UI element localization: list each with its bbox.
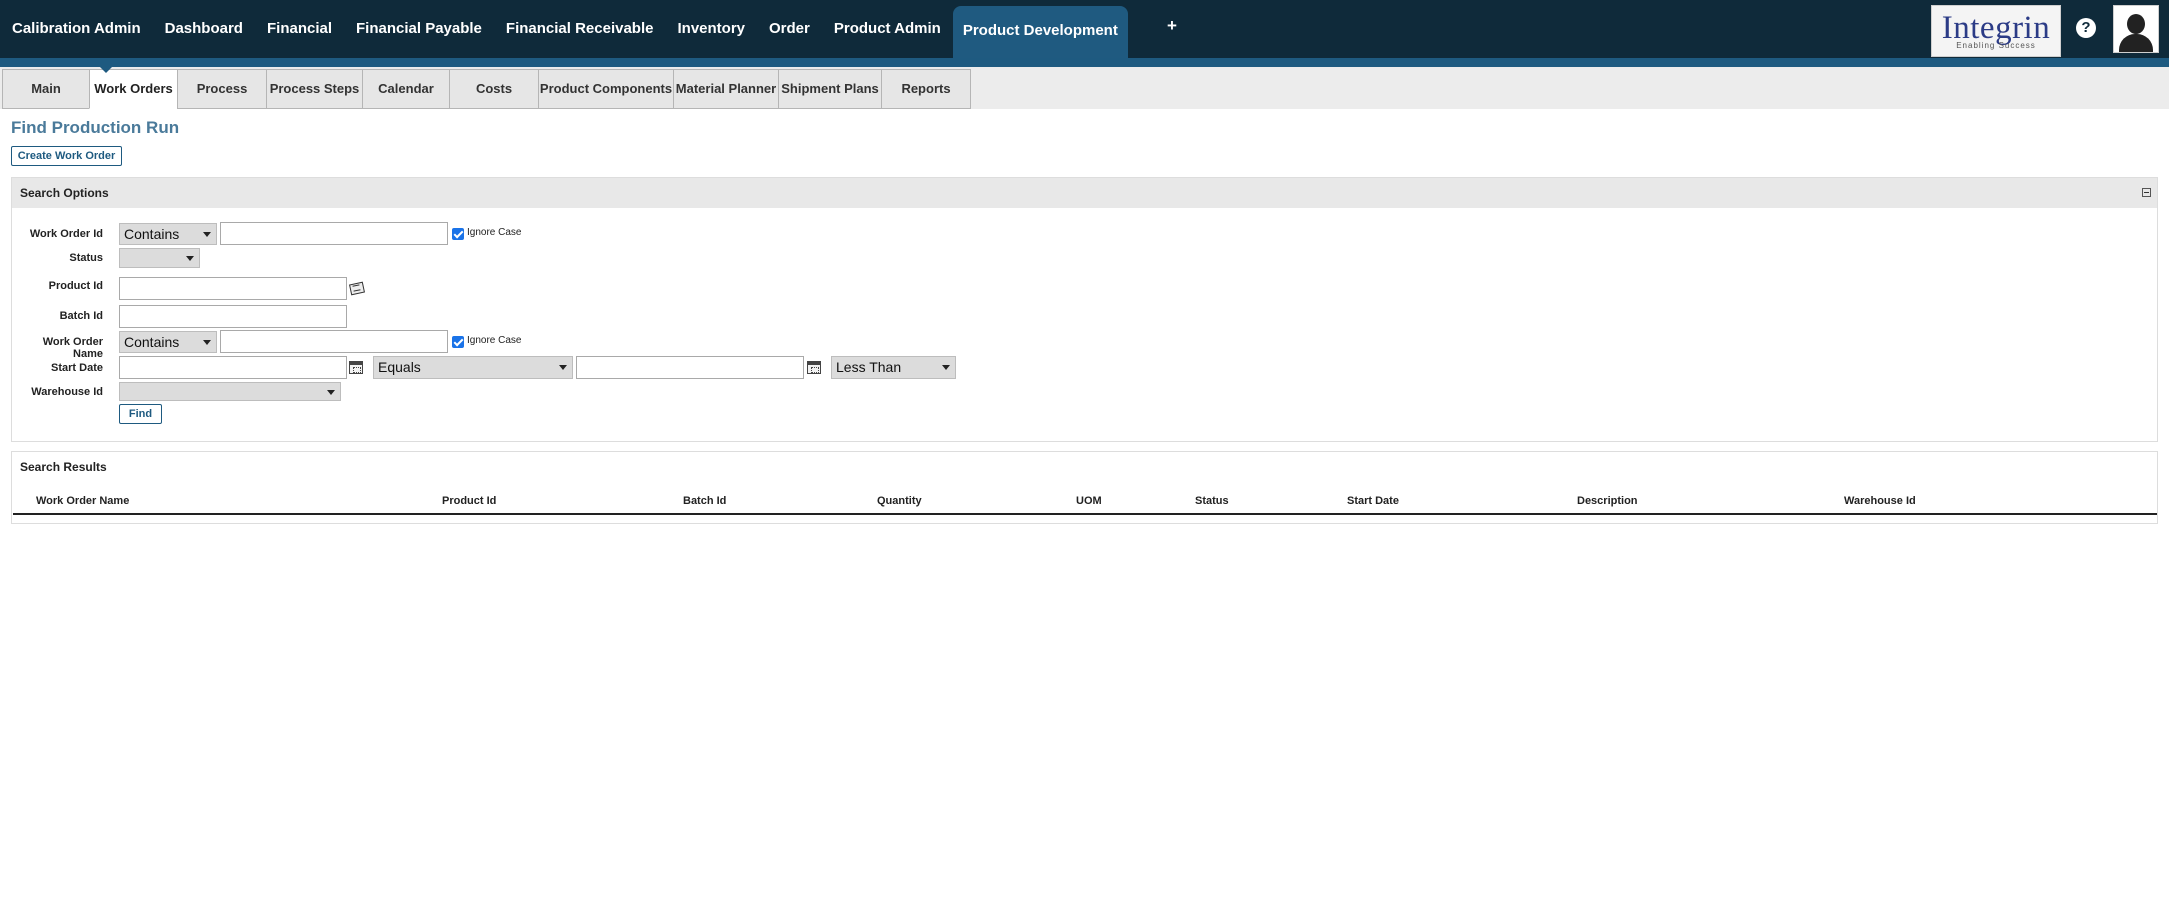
product-id-input[interactable] (119, 277, 347, 300)
status-select[interactable] (119, 248, 200, 268)
calendar-icon[interactable] (807, 361, 821, 374)
topnav-item-dashboard[interactable]: Dashboard (153, 0, 255, 58)
chevron-down-icon (559, 365, 567, 370)
work-order-name-label: Work Order Name (42, 336, 103, 360)
topnav-item-financial-receivable[interactable]: Financial Receivable (494, 0, 666, 58)
start-date-to-operator-value: Less Than (836, 359, 902, 375)
column-header-warehouse-id[interactable]: Warehouse Id (1844, 495, 1916, 507)
collapse-icon[interactable] (2142, 188, 2151, 197)
chevron-down-icon (203, 232, 211, 237)
tab-main[interactable]: Main (2, 69, 90, 109)
user-avatar[interactable] (2113, 5, 2159, 53)
topnav-item-order[interactable]: Order (757, 0, 822, 58)
top-navigation-stripe (0, 58, 2169, 67)
column-header-start-date[interactable]: Start Date (1347, 495, 1399, 507)
topnav-item-inventory[interactable]: Inventory (665, 0, 757, 58)
tab-work-orders[interactable]: Work Orders (89, 69, 178, 109)
work-order-name-ignore-case-checkbox[interactable] (452, 336, 464, 348)
find-button[interactable]: Find (119, 404, 162, 424)
work-order-id-label: Work Order Id (29, 228, 103, 240)
start-date-label: Start Date (51, 362, 103, 374)
help-icon[interactable]: ? (2076, 18, 2096, 38)
add-menu-button[interactable]: + (1163, 16, 1181, 36)
tab-material-planner[interactable]: Material Planner (673, 69, 779, 109)
start-date-to-input[interactable] (576, 356, 804, 379)
column-header-work-order-name[interactable]: Work Order Name (36, 495, 129, 507)
top-navigation-menu: Calibration Admin Dashboard Financial Fi… (0, 0, 1128, 58)
topnav-item-financial[interactable]: Financial (255, 0, 344, 58)
work-order-id-operator-value: Contains (124, 226, 180, 242)
chevron-down-icon (942, 365, 950, 370)
batch-id-input[interactable] (119, 305, 347, 328)
tab-process-steps[interactable]: Process Steps (266, 69, 363, 109)
logo-text: Integrin (1941, 10, 2051, 46)
chevron-down-icon (203, 340, 211, 345)
create-work-order-button[interactable]: Create Work Order (11, 146, 122, 166)
results-table-divider (13, 513, 2157, 515)
avatar-head-shape (2127, 14, 2145, 34)
work-order-id-ignore-case-label: Ignore Case (467, 227, 522, 238)
column-header-status[interactable]: Status (1195, 495, 1229, 507)
tab-shipment-plans[interactable]: Shipment Plans (778, 69, 882, 109)
work-order-name-operator-select[interactable]: Contains (119, 331, 217, 353)
start-date-to-operator-select[interactable]: Less Than (831, 356, 956, 379)
product-lookup-icon[interactable] (349, 281, 364, 294)
topnav-item-financial-payable[interactable]: Financial Payable (344, 0, 494, 58)
chevron-down-icon (186, 256, 194, 261)
column-header-batch-id[interactable]: Batch Id (683, 495, 726, 507)
work-order-id-operator-select[interactable]: Contains (119, 223, 217, 245)
topnav-item-calibration-admin[interactable]: Calibration Admin (0, 0, 153, 58)
page-title: Find Production Run (11, 118, 180, 137)
search-options-title: Search Options (20, 186, 109, 200)
product-id-label: Product Id (48, 280, 103, 292)
tab-calendar[interactable]: Calendar (362, 69, 450, 109)
work-order-name-input[interactable] (220, 330, 448, 353)
tab-process[interactable]: Process (177, 69, 267, 109)
batch-id-label: Batch Id (59, 310, 103, 322)
work-order-name-operator-value: Contains (124, 334, 180, 350)
status-label: Status (69, 252, 103, 264)
topnav-item-product-admin[interactable]: Product Admin (822, 0, 953, 58)
warehouse-id-label: Warehouse Id (31, 386, 103, 398)
search-results-header: Search Results (12, 452, 2157, 482)
column-header-quantity[interactable]: Quantity (877, 495, 922, 507)
tab-reports[interactable]: Reports (881, 69, 971, 109)
integrin-logo: Integrin Enabling Success (1931, 5, 2061, 57)
search-options-header[interactable]: Search Options (12, 178, 2157, 208)
calendar-icon[interactable] (349, 361, 363, 374)
tab-costs[interactable]: Costs (449, 69, 539, 109)
search-results-title: Search Results (20, 460, 107, 474)
column-header-product-id[interactable]: Product Id (442, 495, 496, 507)
column-header-uom[interactable]: UOM (1076, 495, 1102, 507)
work-order-id-ignore-case-checkbox[interactable] (452, 228, 464, 240)
subnav-tabs: Main Work Orders Process Process Steps C… (2, 69, 971, 109)
logo-tagline: Enabling Success (1956, 41, 2036, 50)
active-tab-caret-icon (99, 66, 113, 73)
start-date-from-operator-select[interactable]: Equals (373, 356, 573, 379)
start-date-from-operator-value: Equals (378, 359, 421, 375)
chevron-down-icon (327, 390, 335, 395)
topnav-item-product-development[interactable]: Product Development (952, 6, 1128, 58)
warehouse-id-select[interactable] (119, 382, 341, 401)
work-order-id-input[interactable] (220, 222, 448, 245)
start-date-from-input[interactable] (119, 356, 347, 379)
avatar-body-shape (2119, 34, 2153, 52)
work-order-name-ignore-case-label: Ignore Case (467, 335, 522, 346)
column-header-description[interactable]: Description (1577, 495, 1638, 507)
tab-product-components[interactable]: Product Components (538, 69, 674, 109)
